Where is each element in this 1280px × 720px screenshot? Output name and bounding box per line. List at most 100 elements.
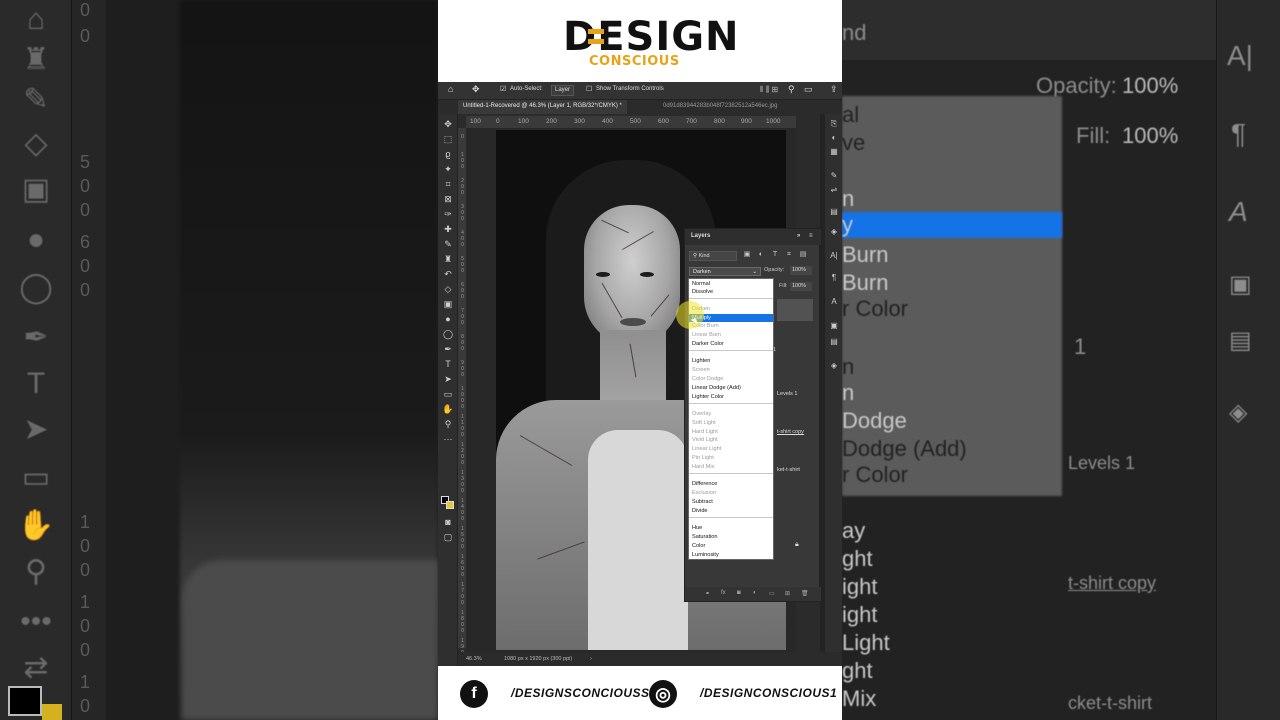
- more-tools-icon[interactable]: ⋯: [441, 433, 455, 446]
- new-group-icon[interactable]: ▭: [769, 590, 775, 597]
- blend-option[interactable]: Dissolve: [689, 288, 773, 296]
- blend-option[interactable]: Color: [689, 542, 773, 550]
- pixel-filter-icon[interactable]: ▣: [743, 251, 751, 259]
- opacity-field[interactable]: 100%: [790, 266, 812, 275]
- panel-menu-icon[interactable]: ≡: [809, 233, 813, 239]
- background-color-swatch[interactable]: [446, 501, 454, 509]
- collapse-icon[interactable]: »: [797, 233, 800, 239]
- shape-filter-icon[interactable]: ⌗: [785, 251, 793, 259]
- auto-select-checkbox[interactable]: ☑: [500, 85, 506, 93]
- auto-select-dropdown[interactable]: Layer: [551, 85, 575, 96]
- brush-settings-icon[interactable]: ✎: [827, 170, 841, 182]
- blend-option[interactable]: Luminosity: [689, 551, 773, 559]
- gradient-tool-icon[interactable]: ▣: [441, 298, 455, 311]
- channels-icon[interactable]: ▤: [827, 336, 841, 348]
- eyedropper-icon[interactable]: ✑: [441, 208, 455, 221]
- clone-stamp-icon[interactable]: ♜: [441, 253, 455, 266]
- quick-mask-icon[interactable]: ◙: [441, 516, 455, 529]
- blend-mode-dropdown[interactable]: Darken ⌄: [689, 267, 761, 276]
- transform-checkbox[interactable]: ☐: [586, 85, 592, 93]
- paragraph-icon[interactable]: ¶: [827, 272, 841, 284]
- adjustment-filter-icon[interactable]: ◐: [757, 251, 765, 259]
- screen-mode-icon[interactable]: ▢: [441, 531, 455, 544]
- lasso-tool-icon[interactable]: ϱ: [441, 148, 455, 161]
- blend-option[interactable]: Difference: [689, 480, 773, 488]
- history-brush-icon[interactable]: ↶: [441, 268, 455, 281]
- share-icon[interactable]: ⇪: [830, 84, 838, 95]
- properties-icon[interactable]: ▤: [827, 206, 841, 218]
- move-tool-icon[interactable]: ✥: [441, 118, 455, 131]
- hand-tool-icon[interactable]: ✋: [441, 403, 455, 416]
- eraser-tool-icon[interactable]: ◇: [441, 283, 455, 296]
- blur-tool-icon[interactable]: ●: [441, 313, 455, 326]
- marquee-tool-icon[interactable]: ⬚: [441, 133, 455, 146]
- instagram-handle[interactable]: /DESIGNCONSCIOUS1: [700, 686, 837, 700]
- new-layer-icon[interactable]: ⊞: [785, 590, 790, 597]
- pen-tool-icon[interactable]: ✒: [441, 343, 455, 356]
- facebook-icon[interactable]: f: [460, 680, 488, 708]
- history-icon[interactable]: ⎘: [827, 118, 841, 130]
- blend-option[interactable]: Normal: [689, 280, 773, 288]
- facebook-handle[interactable]: /DESIGNSCONCIOUSS: [511, 686, 650, 700]
- blend-option[interactable]: Exclusion: [689, 489, 773, 497]
- lock-icon[interactable]: 🔒︎: [795, 541, 839, 549]
- blend-option[interactable]: Pin Light: [689, 454, 773, 462]
- libraries-icon[interactable]: ▣: [827, 320, 841, 332]
- color-icon[interactable]: ◐: [827, 132, 841, 144]
- instagram-icon[interactable]: ◎: [649, 680, 677, 708]
- blend-option[interactable]: Hard Mix: [689, 463, 773, 471]
- layers-icon[interactable]: ◈: [827, 226, 841, 238]
- add-mask-icon[interactable]: ◙: [737, 590, 741, 596]
- tab-untitled-document[interactable]: Untitled-1-Recovered @ 46.3% (Layer 1, R…: [458, 100, 627, 114]
- search-icon[interactable]: ⚲: [788, 84, 795, 95]
- type-filter-icon[interactable]: T: [771, 251, 779, 259]
- path-select-icon[interactable]: ➤: [441, 373, 455, 386]
- healing-brush-icon[interactable]: ✚: [441, 223, 455, 236]
- adjustment-layer-icon[interactable]: ◐: [753, 590, 757, 596]
- layer-number[interactable]: 1: [773, 347, 817, 353]
- fill-field[interactable]: 100%: [790, 282, 812, 291]
- adjustments-icon[interactable]: ⇌: [827, 184, 841, 196]
- home-icon[interactable]: ⌂: [448, 84, 453, 94]
- rectangle-tool-icon[interactable]: ▭: [441, 388, 455, 401]
- blend-option[interactable]: Screen: [689, 366, 773, 374]
- fx-icon[interactable]: fx: [721, 590, 726, 596]
- dodge-tool-icon[interactable]: ◯: [441, 328, 455, 341]
- zoom-level[interactable]: 46.3%: [466, 656, 482, 662]
- blend-option[interactable]: Vivid Light: [689, 436, 773, 444]
- status-arrow-icon[interactable]: ›: [590, 656, 592, 662]
- layer-levels[interactable]: Levels 1: [777, 391, 821, 397]
- link-layers-icon[interactable]: ⚭: [705, 590, 710, 597]
- blend-option[interactable]: Linear Burn: [689, 331, 773, 339]
- blend-option[interactable]: Subtract: [689, 498, 773, 506]
- smart-object-filter-icon[interactable]: ▤: [799, 251, 807, 259]
- layer-thumbnail[interactable]: [777, 299, 813, 321]
- blend-option[interactable]: Saturation: [689, 533, 773, 541]
- character-icon[interactable]: A|: [827, 250, 841, 262]
- swatches-icon[interactable]: ▦: [827, 146, 841, 158]
- blend-option[interactable]: Hard Light: [689, 428, 773, 436]
- zoom-tool-icon[interactable]: ⚲: [441, 418, 455, 431]
- workspace-icon[interactable]: ▭: [804, 84, 813, 95]
- blend-option[interactable]: Overlay: [689, 410, 773, 418]
- blend-option[interactable]: Color Dodge: [689, 375, 773, 383]
- blend-option[interactable]: Linear Light: [689, 445, 773, 453]
- blend-option[interactable]: Soft Light: [689, 419, 773, 427]
- tab-jpg-document[interactable]: 0d91d83944283b048f72382512a546ec.jpg: [658, 100, 782, 114]
- 3d-icon[interactable]: ◈: [827, 360, 841, 372]
- blend-option[interactable]: Divide: [689, 507, 773, 515]
- blend-option[interactable]: Color Burn: [689, 322, 773, 330]
- delete-layer-icon[interactable]: 🗑︎: [801, 590, 809, 597]
- blend-option[interactable]: Darker Color: [689, 340, 773, 348]
- brush-tool-icon[interactable]: ✎: [441, 238, 455, 251]
- frame-tool-icon[interactable]: ⊠: [441, 193, 455, 206]
- blend-option[interactable]: Hue: [689, 524, 773, 532]
- move-icon[interactable]: ✥: [472, 84, 480, 95]
- glyphs-icon[interactable]: A: [827, 296, 841, 308]
- blend-option[interactable]: Lighten: [689, 357, 773, 365]
- layer-tshirt-copy[interactable]: t-shirt copy: [777, 429, 821, 435]
- type-tool-icon[interactable]: T: [441, 358, 455, 371]
- kind-filter[interactable]: ⚲ Kind: [689, 251, 737, 261]
- magic-wand-icon[interactable]: ✦: [441, 163, 455, 176]
- crop-tool-icon[interactable]: ⌗: [441, 178, 455, 191]
